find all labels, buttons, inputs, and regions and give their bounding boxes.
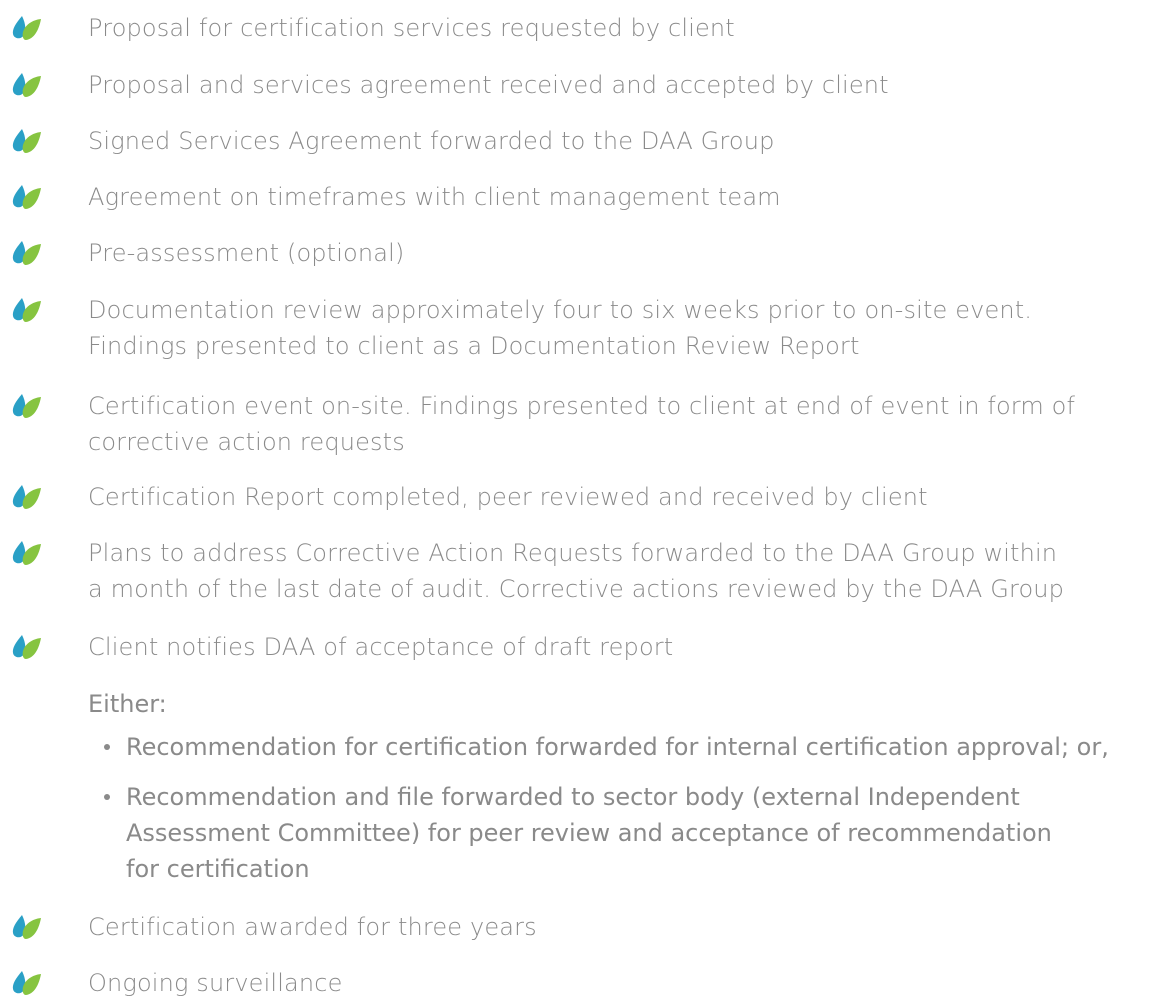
leaf-icon (10, 484, 42, 510)
step-text: Plans to address Corrective Action Reque… (88, 539, 1065, 603)
step-text: Signed Services Agreement forwarded to t… (88, 127, 775, 155)
leaf-icon (10, 970, 42, 996)
bullet-dot (104, 744, 110, 750)
leaf-icon (10, 914, 42, 940)
leaf-icon (10, 72, 42, 98)
step-text: Pre-assessment (optional) (88, 239, 405, 267)
leaf-icon (10, 540, 42, 566)
step-text: Ongoing surveillance (88, 969, 343, 997)
leaf-icon (10, 15, 42, 41)
step-text: Certification awarded for three years (88, 913, 537, 941)
option-text: Recommendation for certification forward… (126, 733, 1109, 761)
step-text: Certification Report completed, peer rev… (88, 483, 928, 511)
step-text: Client notifies DAA of acceptance of dra… (88, 633, 674, 661)
step-text: Documentation review approximately four … (88, 296, 1033, 360)
leaf-icon (10, 240, 42, 266)
bullet-dot (104, 794, 110, 800)
leaf-icon (10, 184, 42, 210)
leaf-icon (10, 297, 42, 323)
option-text: Recommendation and file forwarded to sec… (126, 783, 1052, 883)
either-label: Either: (88, 690, 167, 718)
step-text: Agreement on timeframes with client mana… (88, 183, 781, 211)
leaf-icon (10, 128, 42, 154)
step-text: Certification event on-site. Findings pr… (88, 392, 1076, 456)
leaf-icon (10, 393, 42, 419)
step-text: Proposal and services agreement received… (88, 71, 889, 99)
leaf-icon (10, 634, 42, 660)
step-text: Proposal for certification services requ… (88, 14, 735, 42)
